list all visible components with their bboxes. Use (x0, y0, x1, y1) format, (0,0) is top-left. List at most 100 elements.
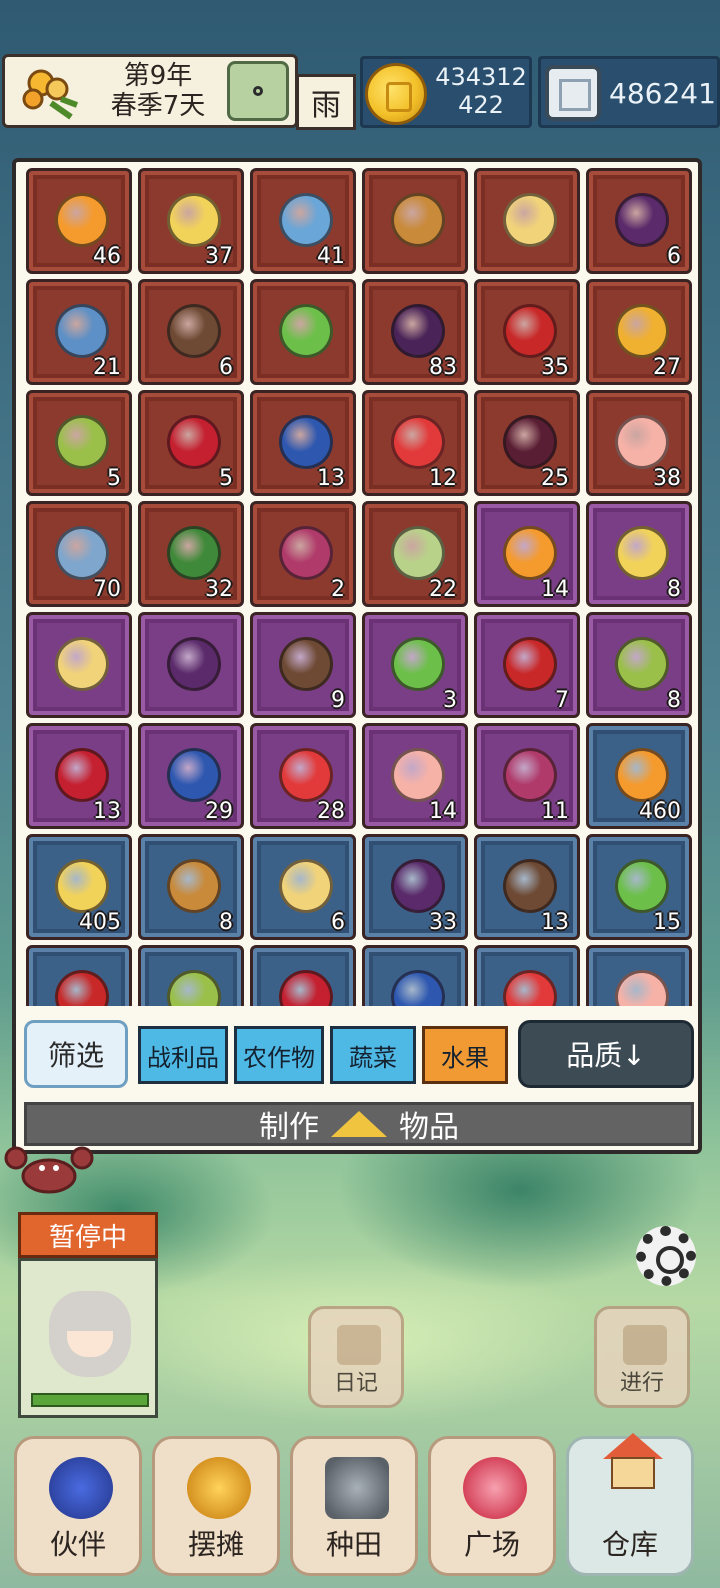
inventory-slot[interactable]: 46 (26, 168, 132, 274)
inventory-slot[interactable] (250, 945, 356, 1006)
item-count: 5 (219, 466, 233, 491)
inventory-slot[interactable]: 14 (362, 723, 468, 829)
inventory-slot[interactable]: 41 (250, 168, 356, 274)
companion-portrait (49, 1291, 131, 1377)
inventory-slot[interactable]: 13 (26, 723, 132, 829)
category-crops-button[interactable]: 农作物 (234, 1026, 324, 1084)
inventory-slot[interactable]: 5 (138, 390, 244, 496)
nav-farm-label: 种田 (325, 1528, 382, 1561)
inventory-slot[interactable] (474, 945, 580, 1006)
category-fruit-button[interactable]: 水果 (422, 1026, 508, 1084)
nav-plaza-button[interactable]: 广场 (428, 1436, 556, 1576)
mango-icon (503, 193, 557, 247)
nav-stall-label: 摆摊 (187, 1528, 244, 1561)
inventory-slot[interactable] (362, 168, 468, 274)
inventory-slot[interactable]: 6 (586, 168, 692, 274)
inventory-slot[interactable] (586, 945, 692, 1006)
weather-label: 雨 (296, 74, 356, 130)
inventory-scroll[interactable]: 46 37 41 6 21 6 83 35 27 5 5 13 12 25 38 70 32 2 22 14 8 9 3 7 8… (26, 168, 696, 1006)
inventory-slot[interactable]: 8 (586, 612, 692, 718)
inventory-slot[interactable]: 11 (474, 723, 580, 829)
inventory-slot[interactable] (138, 945, 244, 1006)
orange-icon (55, 193, 109, 247)
inventory-slot[interactable]: 6 (138, 279, 244, 385)
inventory-slot[interactable]: 70 (26, 501, 132, 607)
inventory-slot[interactable] (474, 168, 580, 274)
peach-icon (615, 415, 669, 469)
inventory-slot[interactable]: 15 (586, 834, 692, 940)
inventory-slot[interactable]: 13 (250, 390, 356, 496)
inventory-slot[interactable]: 14 (474, 501, 580, 607)
starfruit-icon (55, 526, 109, 580)
status-badge: 暂停中 (18, 1212, 158, 1258)
inventory-slot[interactable]: 405 (26, 834, 132, 940)
gem-amount: 486241 (609, 77, 716, 110)
inventory-slot[interactable]: 27 (586, 279, 692, 385)
inventory-slot[interactable]: 29 (138, 723, 244, 829)
item-count: 13 (93, 799, 121, 824)
diary-button[interactable]: 日记 (308, 1306, 404, 1408)
filter-button[interactable]: 筛选 (24, 1020, 128, 1088)
cherry-icon (279, 970, 333, 1006)
pear-icon (55, 859, 109, 913)
category-loot-button[interactable]: 战利品 (138, 1026, 228, 1084)
inventory-slot[interactable]: 460 (586, 723, 692, 829)
item-count: 6 (667, 244, 681, 269)
category-vegetables-button[interactable]: 蔬菜 (330, 1026, 416, 1084)
inventory-slot[interactable]: 28 (250, 723, 356, 829)
inventory-slot[interactable]: 83 (362, 279, 468, 385)
item-count: 21 (93, 355, 121, 380)
item-count: 7 (555, 688, 569, 713)
inventory-slot[interactable]: 37 (138, 168, 244, 274)
settings-gear-icon[interactable] (636, 1226, 696, 1286)
gem-counter: 486241 (538, 56, 720, 128)
inventory-panel: 46 37 41 6 21 6 83 35 27 5 5 13 12 25 38 70 32 2 22 14 8 9 3 7 8… (12, 158, 702, 1154)
coin-amount: 434312 422 (429, 63, 533, 119)
inventory-slot[interactable]: 33 (362, 834, 468, 940)
proceed-button[interactable]: 进行 (594, 1306, 690, 1408)
inventory-slot[interactable]: 8 (138, 834, 244, 940)
inventory-slot[interactable]: 35 (474, 279, 580, 385)
inventory-slot[interactable]: 5 (26, 390, 132, 496)
pineapple-icon (615, 304, 669, 358)
watering-can-icon (325, 1457, 389, 1519)
peach-icon (391, 748, 445, 802)
inventory-slot[interactable] (250, 279, 356, 385)
inventory-slot[interactable]: 8 (586, 501, 692, 607)
inventory-slot[interactable]: 12 (362, 390, 468, 496)
inventory-slot[interactable] (138, 612, 244, 718)
nav-farm-button[interactable]: 种田 (290, 1436, 418, 1576)
expand-triangle-icon (331, 1111, 387, 1137)
cherry-icon (55, 748, 109, 802)
inventory-slot[interactable]: 38 (586, 390, 692, 496)
crab-icon (4, 1140, 94, 1200)
inventory-slot[interactable]: 9 (250, 612, 356, 718)
nav-warehouse-button[interactable]: 仓库 (566, 1433, 694, 1576)
inventory-slot[interactable]: 25 (474, 390, 580, 496)
item-count: 38 (653, 466, 681, 491)
nav-partner-button[interactable]: 伙伴 (14, 1436, 142, 1576)
inventory-slot[interactable]: 13 (474, 834, 580, 940)
craft-toggle-bar[interactable]: 制作 物品 (24, 1102, 694, 1146)
inventory-slot[interactable]: 6 (250, 834, 356, 940)
inventory-slot[interactable]: 3 (362, 612, 468, 718)
kiwi-icon (391, 193, 445, 247)
item-count: 25 (541, 466, 569, 491)
inventory-slot[interactable] (362, 945, 468, 1006)
lychee-icon (503, 748, 557, 802)
inventory-slot[interactable] (26, 612, 132, 718)
inventory-slot[interactable]: 2 (250, 501, 356, 607)
item-count: 8 (667, 577, 681, 602)
house-icon (603, 1433, 663, 1489)
sort-quality-button[interactable]: 品质↓ (518, 1020, 694, 1088)
companion-avatar[interactable] (18, 1258, 158, 1418)
inventory-slot[interactable]: 21 (26, 279, 132, 385)
clock-icon[interactable] (227, 61, 289, 121)
inventory-slot[interactable]: 7 (474, 612, 580, 718)
inventory-slot[interactable]: 32 (138, 501, 244, 607)
item-count: 46 (93, 244, 121, 269)
inventory-slot[interactable]: 22 (362, 501, 468, 607)
item-count: 2 (331, 577, 345, 602)
inventory-slot[interactable] (26, 945, 132, 1006)
nav-stall-button[interactable]: 摆摊 (152, 1436, 280, 1576)
